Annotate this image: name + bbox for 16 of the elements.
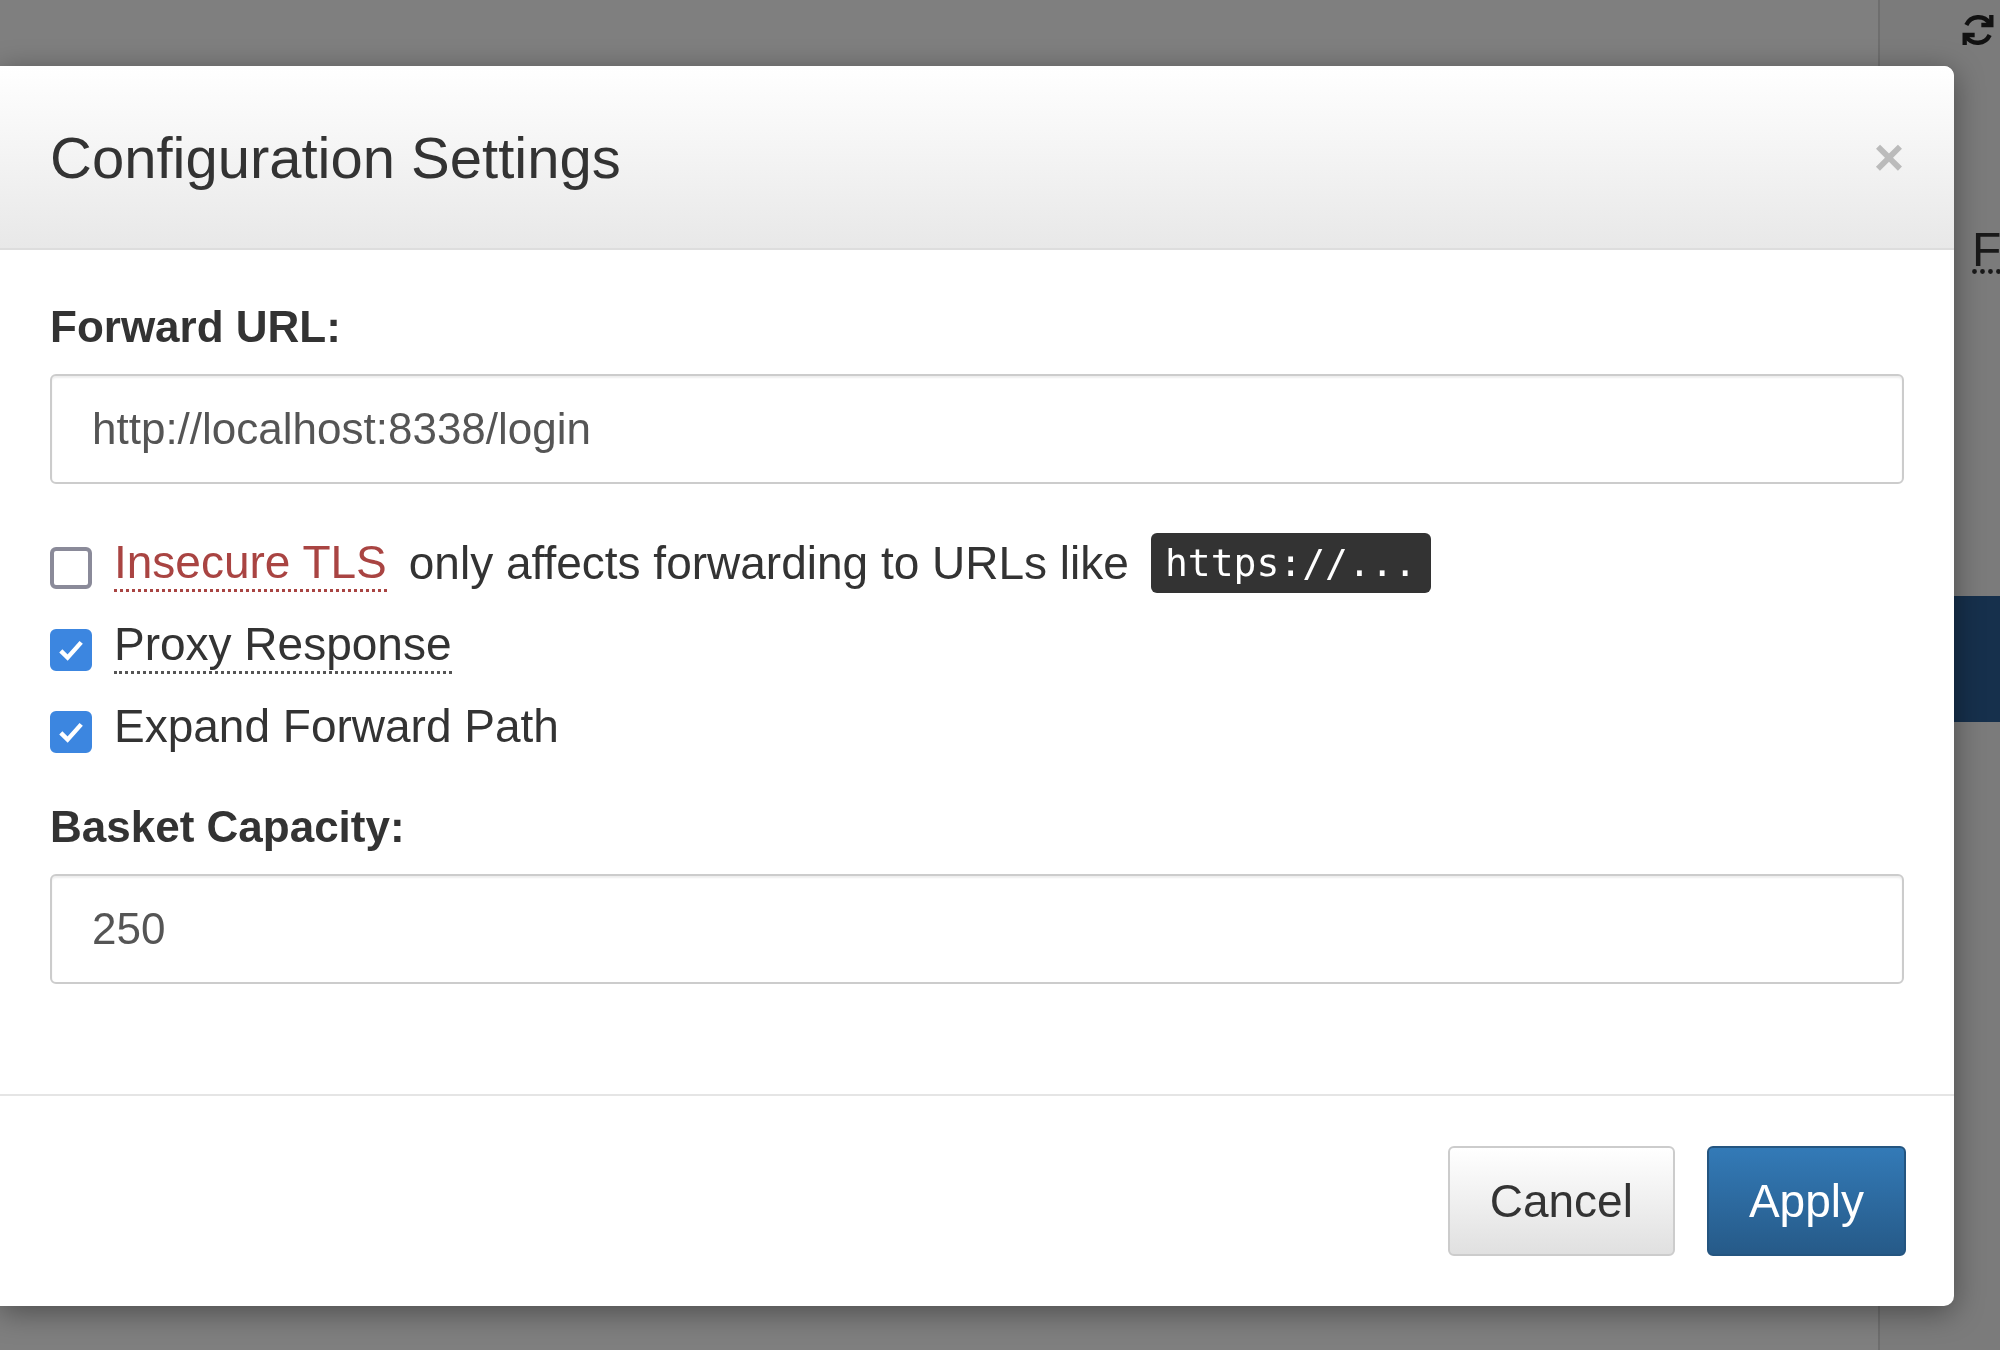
checkbox[interactable]: [50, 711, 92, 753]
dialog-button[interactable]: Cancel: [1447, 1146, 1675, 1256]
dialog-button[interactable]: Apply: [1706, 1146, 1906, 1256]
field-label: Basket Capacity:: [50, 802, 406, 852]
capacity-input[interactable]: 250: [50, 874, 1904, 984]
dialog-title: Configuration Settings: [50, 123, 621, 191]
option-label: Expand Forward Path: [114, 698, 559, 754]
url-input[interactable]: http://localhost:8338/login: [50, 374, 1904, 484]
partial-text: F: [1972, 222, 2000, 277]
field-label: Forward URL:: [50, 302, 342, 352]
code-sample: https://...: [1150, 533, 1431, 593]
option-note: only affects forwarding to URLs like: [408, 536, 1129, 590]
option-label: Insecure TLS: [114, 534, 387, 592]
checkbox[interactable]: [50, 547, 92, 589]
checkbox[interactable]: [50, 629, 92, 671]
option-label: Proxy Response: [114, 616, 452, 674]
